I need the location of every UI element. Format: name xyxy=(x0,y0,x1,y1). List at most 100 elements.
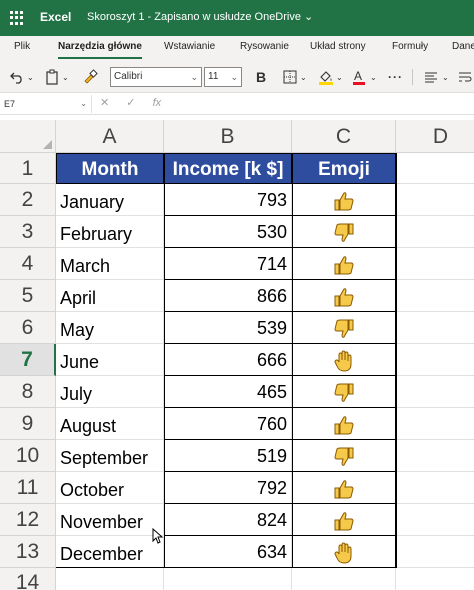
cell-income[interactable]: 866 xyxy=(164,280,292,312)
font-name-select[interactable]: Calibri ⌄ xyxy=(110,67,202,87)
cell-month[interactable]: September xyxy=(56,440,164,472)
cell-emoji[interactable] xyxy=(292,280,396,312)
row-header-2[interactable]: 2 xyxy=(0,184,56,216)
column-header-a[interactable]: A xyxy=(56,120,164,153)
tab-home[interactable]: Narzędzia główne xyxy=(58,41,142,59)
tab-page-layout[interactable]: Układ strony xyxy=(310,41,366,52)
tab-data[interactable]: Dane xyxy=(452,41,474,52)
enter-icon[interactable]: ✓ xyxy=(126,97,135,109)
cell-emoji[interactable] xyxy=(292,408,396,440)
cell-d12[interactable] xyxy=(396,504,474,536)
insert-function-icon[interactable]: fx xyxy=(153,97,162,109)
cell-income[interactable]: 824 xyxy=(164,504,292,536)
cell-income[interactable]: 519 xyxy=(164,440,292,472)
cell-month[interactable]: December xyxy=(56,536,164,568)
table-header-income[interactable]: Income [k $] xyxy=(164,153,292,184)
app-launcher-icon[interactable] xyxy=(10,11,24,25)
cancel-icon[interactable]: ✕ xyxy=(100,97,109,109)
column-header-c[interactable]: C xyxy=(292,120,396,153)
align-dropdown-chevron-icon[interactable]: ⌄ xyxy=(442,67,449,87)
cell-d7[interactable] xyxy=(396,344,474,376)
cell-income[interactable]: 465 xyxy=(164,376,292,408)
cell-d6[interactable] xyxy=(396,312,474,344)
clipboard-dropdown-chevron-icon[interactable]: ⌄ xyxy=(62,67,69,87)
cell-month[interactable]: July xyxy=(56,376,164,408)
cell-b14[interactable] xyxy=(164,568,292,590)
undo-dropdown-chevron-icon[interactable]: ⌄ xyxy=(27,67,34,87)
cell-month[interactable]: May xyxy=(56,312,164,344)
cell-d5[interactable] xyxy=(396,280,474,312)
cell-income[interactable]: 530 xyxy=(164,216,292,248)
font-color-icon[interactable]: A xyxy=(352,67,366,87)
cell-income[interactable]: 666 xyxy=(164,344,292,376)
cell-d11[interactable] xyxy=(396,472,474,504)
cell-a14[interactable] xyxy=(56,568,164,590)
name-box[interactable]: E7 ⌄ xyxy=(0,95,92,113)
row-header-3[interactable]: 3 xyxy=(0,216,56,248)
row-header-1[interactable]: 1 xyxy=(0,153,56,184)
clipboard-icon[interactable] xyxy=(45,67,59,87)
cell-d4[interactable] xyxy=(396,248,474,280)
tab-insert[interactable]: Wstawianie xyxy=(164,41,215,52)
table-header-month[interactable]: Month xyxy=(56,153,164,184)
undo-icon[interactable] xyxy=(10,67,24,87)
cell-d9[interactable] xyxy=(396,408,474,440)
tab-file[interactable]: Plik xyxy=(14,41,30,52)
row-header-9[interactable]: 9 xyxy=(0,408,56,440)
app-name[interactable]: Excel xyxy=(40,10,71,24)
row-header-4[interactable]: 4 xyxy=(0,248,56,280)
tab-formulas[interactable]: Formuły xyxy=(392,41,428,52)
cell-month[interactable]: June xyxy=(56,344,164,376)
cell-emoji[interactable] xyxy=(292,376,396,408)
cell-emoji[interactable] xyxy=(292,312,396,344)
column-header-b[interactable]: B xyxy=(164,120,292,153)
row-header-13[interactable]: 13 xyxy=(0,536,56,568)
cell-emoji[interactable] xyxy=(292,536,396,568)
cell-d2[interactable] xyxy=(396,184,474,216)
wrap-text-icon[interactable] xyxy=(458,67,472,87)
borders-icon[interactable] xyxy=(283,67,297,87)
cell-emoji[interactable] xyxy=(292,344,396,376)
column-header-d[interactable]: D xyxy=(396,120,474,153)
tab-draw[interactable]: Rysowanie xyxy=(240,41,289,52)
row-header-7[interactable]: 7 xyxy=(0,344,56,376)
cell-emoji[interactable] xyxy=(292,472,396,504)
cell-month[interactable]: January xyxy=(56,184,164,216)
cell-income[interactable]: 793 xyxy=(164,184,292,216)
cell-income[interactable]: 634 xyxy=(164,536,292,568)
more-options-button[interactable]: ··· xyxy=(388,67,403,87)
bold-button[interactable]: B xyxy=(256,67,266,87)
document-title[interactable]: Skoroszyt 1 - Zapisano w usłudze OneDriv… xyxy=(87,10,313,23)
font-color-dropdown-chevron-icon[interactable]: ⌄ xyxy=(370,67,377,87)
table-header-emoji[interactable]: Emoji xyxy=(292,153,396,184)
row-header-12[interactable]: 12 xyxy=(0,504,56,536)
cell-d8[interactable] xyxy=(396,376,474,408)
cell-emoji[interactable] xyxy=(292,184,396,216)
cell-emoji[interactable] xyxy=(292,504,396,536)
cell-c14[interactable] xyxy=(292,568,396,590)
cell-month[interactable]: August xyxy=(56,408,164,440)
cell-income[interactable]: 792 xyxy=(164,472,292,504)
cell-month[interactable]: February xyxy=(56,216,164,248)
cell-d14[interactable] xyxy=(396,568,474,590)
select-all-corner[interactable] xyxy=(0,120,56,153)
cell-d1[interactable] xyxy=(396,153,474,184)
row-header-14[interactable]: 14 xyxy=(0,568,56,590)
cell-month[interactable]: March xyxy=(56,248,164,280)
cell-month[interactable]: November xyxy=(56,504,164,536)
cell-d3[interactable] xyxy=(396,216,474,248)
row-header-5[interactable]: 5 xyxy=(0,280,56,312)
cell-d13[interactable] xyxy=(396,536,474,568)
cell-emoji[interactable] xyxy=(292,216,396,248)
cell-income[interactable]: 539 xyxy=(164,312,292,344)
borders-dropdown-chevron-icon[interactable]: ⌄ xyxy=(300,67,307,87)
row-header-6[interactable]: 6 xyxy=(0,312,56,344)
fill-color-dropdown-chevron-icon[interactable]: ⌄ xyxy=(336,67,343,87)
row-header-10[interactable]: 10 xyxy=(0,440,56,472)
cell-month[interactable]: April xyxy=(56,280,164,312)
cell-d10[interactable] xyxy=(396,440,474,472)
cell-emoji[interactable] xyxy=(292,248,396,280)
cell-month[interactable]: October xyxy=(56,472,164,504)
font-size-select[interactable]: 11 ⌄ xyxy=(204,67,242,87)
align-icon[interactable] xyxy=(424,67,438,87)
